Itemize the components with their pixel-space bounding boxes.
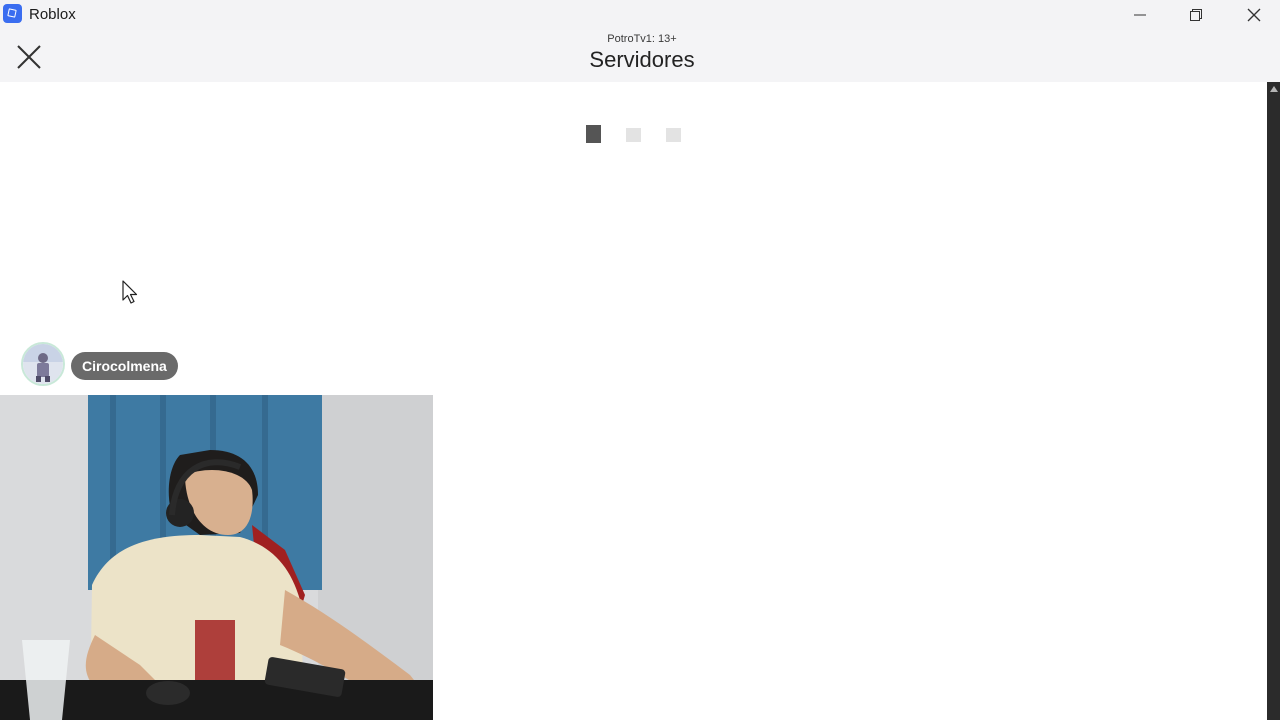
vertical-scrollbar[interactable] [1267,82,1280,720]
minimize-button[interactable] [1117,0,1163,30]
window-titlebar: Roblox [0,0,1280,30]
minimize-icon [1134,14,1146,16]
streamer-name: Cirocolmena [71,352,178,380]
loading-indicator [586,124,686,144]
close-window-button[interactable] [1231,0,1277,30]
roblox-icon [3,4,22,23]
restore-icon [1190,9,1202,21]
restore-button[interactable] [1173,0,1219,30]
page-title: Servidores [589,47,695,72]
close-icon [1247,8,1261,22]
game-subtitle: PotroTv1: 13+ [607,33,677,45]
webcam-overlay [0,395,433,720]
loading-dot [666,128,681,142]
scroll-up-arrow-icon[interactable] [1270,86,1278,92]
window-title: Roblox [29,6,76,23]
page-header: PotroTv1: 13+ Servidores [0,30,1280,82]
loading-dot [626,128,641,142]
loading-dot-active [586,125,601,143]
avatar [21,342,65,386]
mouse-pointer-icon [122,280,138,304]
